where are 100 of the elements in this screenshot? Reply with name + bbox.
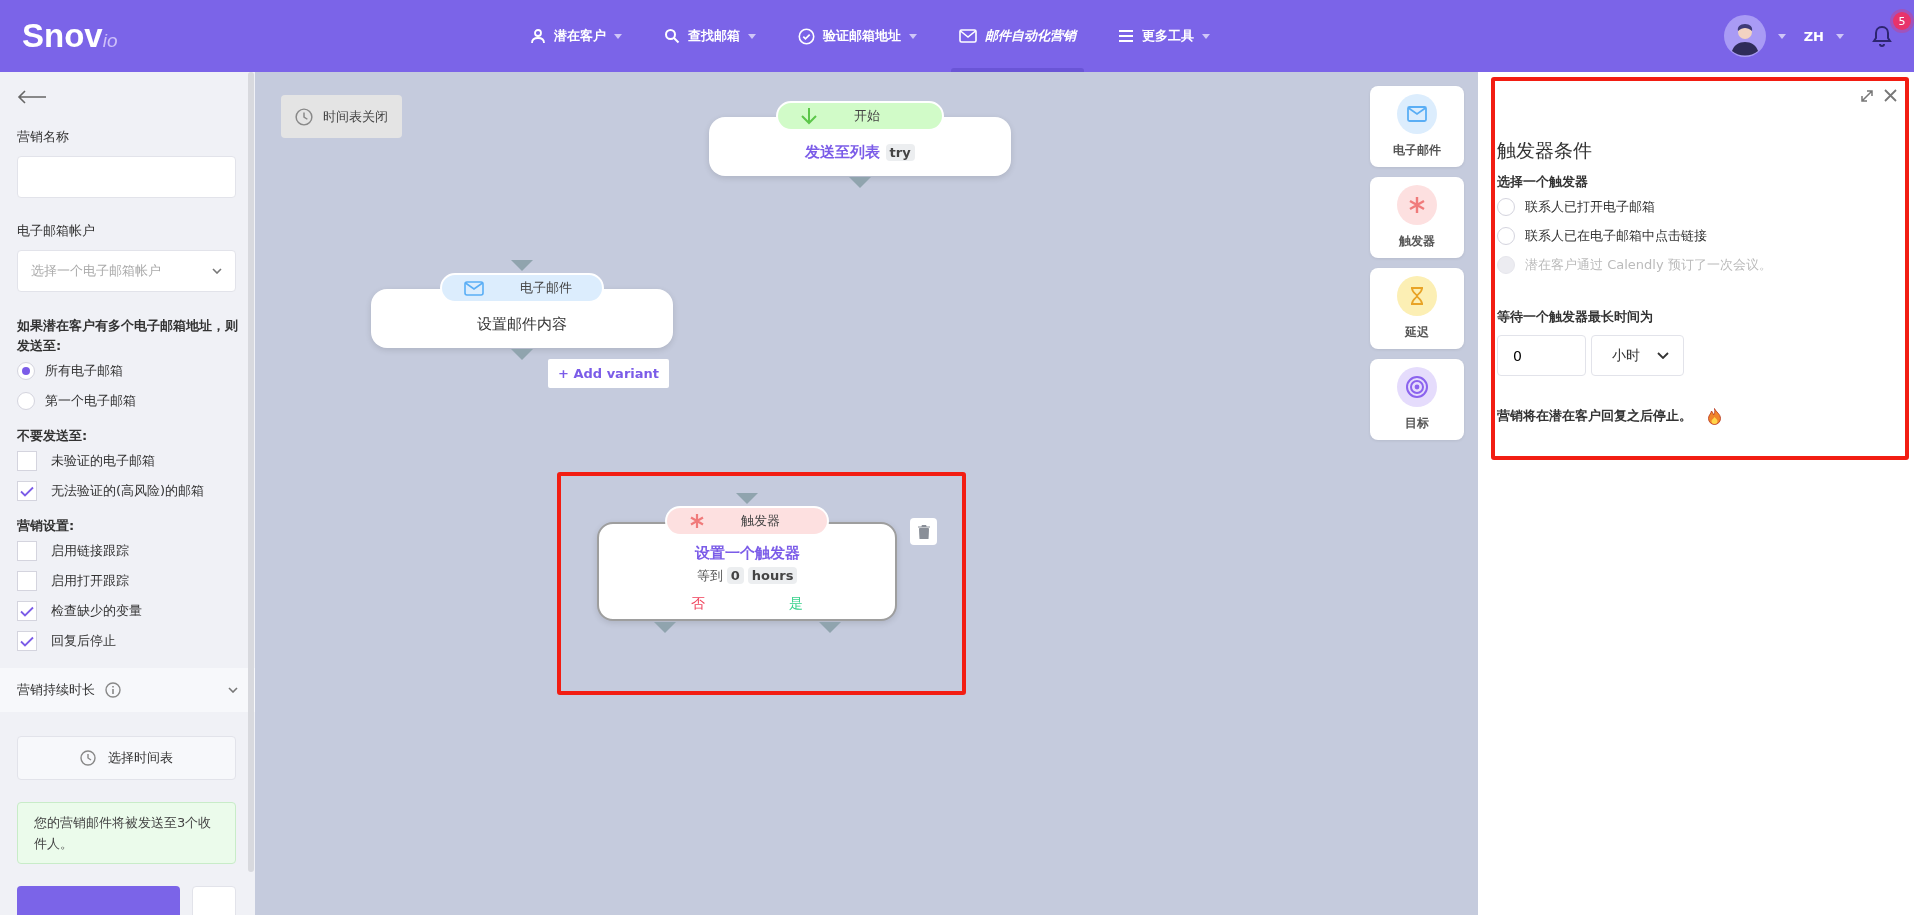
- field-label: 电子邮箱帐户: [17, 222, 96, 240]
- caret-icon: [1836, 33, 1844, 39]
- hourglass-icon: [1397, 276, 1437, 316]
- node-title: 设置一个触发器: [693, 544, 801, 563]
- section-label: 等待一个触发器最长时间为: [1497, 308, 1654, 326]
- tool-card[interactable]: 电子邮件: [1370, 86, 1464, 167]
- radio-button[interactable]: [1497, 226, 1515, 245]
- notifications-button[interactable]: [1872, 25, 1892, 47]
- duration-section[interactable]: 营销持续时长: [0, 668, 255, 712]
- checkbox-option[interactable]: 回复后停止: [17, 626, 238, 656]
- check-circle-icon: [798, 27, 815, 45]
- radio-option[interactable]: 联系人已在电子邮箱中点击链接: [1497, 221, 1897, 250]
- list-name-chip: try: [885, 144, 915, 161]
- back-arrow-icon[interactable]: [17, 90, 47, 104]
- caret-icon: [1777, 33, 1786, 39]
- campaign-name-field[interactable]: [17, 156, 236, 198]
- target-icon: [1397, 367, 1437, 407]
- radio-button[interactable]: [1497, 197, 1515, 216]
- nav-tab[interactable]: 更多工具: [1110, 0, 1218, 72]
- primary-button[interactable]: [17, 886, 180, 915]
- section-title: 营销持续时长: [17, 681, 95, 699]
- menu-icon: [1118, 29, 1134, 43]
- caret-icon: [1202, 33, 1210, 39]
- tool-card[interactable]: 触发器: [1370, 177, 1464, 258]
- scrollbar[interactable]: [248, 72, 254, 872]
- checkbox-option[interactable]: 无法验证的(高风险)的邮箱: [17, 476, 238, 506]
- checkbox[interactable]: [17, 451, 37, 471]
- connector-arrow: [654, 622, 676, 633]
- field-label: 营销名称: [17, 128, 70, 146]
- info-icon: [105, 682, 121, 698]
- checkbox-option[interactable]: 启用打开跟踪: [17, 566, 238, 596]
- caret-icon: [614, 33, 622, 39]
- radio-button[interactable]: [17, 392, 35, 410]
- connector-arrow: [849, 177, 871, 188]
- section-label: 不要发送至:: [17, 427, 89, 445]
- checkbox[interactable]: [17, 571, 37, 591]
- yes-branch-label: 是: [789, 595, 803, 613]
- secondary-button[interactable]: [192, 886, 236, 915]
- caret-icon: [748, 33, 756, 39]
- chevron-down-icon: [228, 687, 238, 693]
- connector-arrow: [511, 349, 533, 360]
- radio-button[interactable]: [17, 362, 35, 380]
- wait-text: 等到 0 hours: [609, 567, 885, 585]
- person-icon: [530, 28, 546, 44]
- nav-tab[interactable]: 验证邮箱地址: [790, 0, 925, 72]
- section-label: 营销设置:: [17, 517, 76, 535]
- expand-icon[interactable]: [1860, 89, 1874, 103]
- caret-icon: [909, 33, 917, 39]
- account-menu[interactable]: [1723, 15, 1786, 57]
- recipients-notice: 您的营销邮件将被发送至3个收件人。: [17, 802, 236, 864]
- avatar-icon: [1723, 15, 1766, 57]
- connector-arrow: [819, 622, 841, 633]
- add-variant-button[interactable]: + Add variant: [548, 359, 669, 388]
- checkbox[interactable]: [17, 541, 37, 561]
- chevron-down-icon: [1657, 352, 1669, 359]
- tool-card[interactable]: 目标: [1370, 359, 1464, 440]
- trash-icon: [917, 524, 930, 539]
- arrow-down-icon: [800, 107, 818, 125]
- nav-tab[interactable]: 邮件自动化营销: [951, 0, 1084, 72]
- connector-arrow: [511, 260, 533, 271]
- checkbox[interactable]: [17, 601, 37, 621]
- connector-arrow: [736, 493, 758, 504]
- delete-button[interactable]: [910, 518, 937, 545]
- schedule-button[interactable]: 选择时间表: [17, 736, 236, 780]
- section-label: 选择一个触发器: [1497, 173, 1589, 191]
- radio-option[interactable]: 联系人已打开电子邮箱: [1497, 192, 1897, 221]
- tool-card[interactable]: 延迟: [1370, 268, 1464, 349]
- close-icon[interactable]: [1884, 89, 1897, 102]
- schedule-toggle[interactable]: 时间表关闭: [281, 95, 402, 138]
- node-title: 发送至列表 try: [719, 143, 1001, 162]
- nav-tab[interactable]: 潜在客户: [522, 0, 630, 72]
- asterisk-icon: [1397, 185, 1437, 225]
- clock-icon: [80, 750, 96, 766]
- checkbox-option[interactable]: 未验证的电子邮箱: [17, 446, 238, 476]
- asterisk-icon: [689, 513, 705, 529]
- checkbox-option[interactable]: 启用链接跟踪: [17, 536, 238, 566]
- radio-option[interactable]: 所有电子邮箱: [17, 356, 238, 386]
- mail-icon: [959, 29, 977, 43]
- notification-count: 5: [1893, 12, 1911, 30]
- nav-tab[interactable]: 查找邮箱: [656, 0, 764, 72]
- radio-option[interactable]: 第一个电子邮箱: [17, 386, 238, 416]
- node-title: 设置邮件内容: [476, 315, 568, 334]
- language-menu[interactable]: ZH: [1803, 28, 1844, 44]
- mail-icon: [1397, 94, 1437, 134]
- section-label: 如果潜在客户有多个电子邮箱地址，则发送至:: [17, 317, 238, 355]
- checkbox[interactable]: [17, 481, 37, 501]
- mail-icon: [464, 280, 484, 296]
- checkbox[interactable]: [17, 631, 37, 651]
- panel-title: 触发器条件: [1497, 138, 1593, 163]
- bell-icon: [1872, 25, 1892, 47]
- search-icon: [664, 28, 680, 44]
- wait-time-field[interactable]: 0: [1497, 335, 1586, 376]
- chevron-down-icon: [212, 268, 222, 274]
- flame-icon: [1708, 407, 1721, 425]
- checkbox-option[interactable]: 检查缺少的变量: [17, 596, 238, 626]
- time-unit-select[interactable]: 小时: [1591, 335, 1684, 376]
- logo[interactable]: Snovio: [22, 17, 522, 55]
- clock-icon: [295, 107, 313, 126]
- stop-note: 营销将在潜在客户回复之后停止。: [1497, 407, 1692, 425]
- no-branch-label: 否: [691, 595, 705, 613]
